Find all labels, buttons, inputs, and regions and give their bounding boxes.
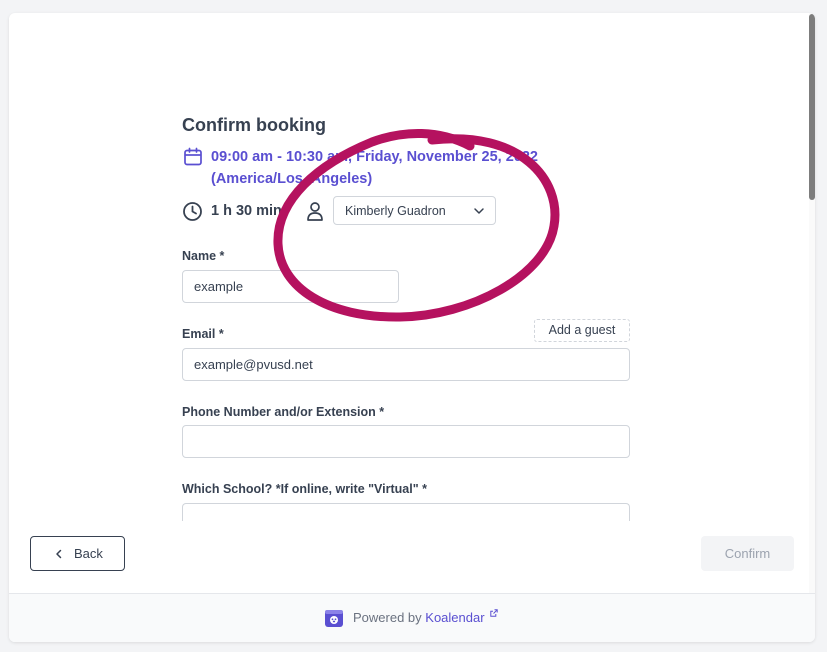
name-input[interactable]: example bbox=[182, 270, 399, 303]
host-select[interactable]: Kimberly Guadron bbox=[333, 196, 496, 225]
email-label: Email * bbox=[182, 327, 224, 341]
external-link-icon bbox=[490, 609, 498, 617]
email-input[interactable]: example@pvusd.net bbox=[182, 348, 630, 381]
host-select-value: Kimberly Guadron bbox=[345, 204, 446, 218]
page-title: Confirm booking bbox=[182, 115, 326, 135]
name-label: Name * bbox=[182, 249, 225, 263]
powered-by-label: Powered by bbox=[353, 610, 422, 625]
booking-duration: 1 h 30 min bbox=[211, 203, 282, 219]
phone-input[interactable] bbox=[182, 425, 630, 458]
chevron-left-icon bbox=[56, 549, 62, 559]
footer: Powered by Koalendar bbox=[9, 593, 815, 642]
datetime-range: 09:00 am - 10:30 am, Friday, November 25… bbox=[211, 149, 538, 165]
school-label: Which School? *If online, write "Virtual… bbox=[182, 482, 427, 496]
back-button-label: Back bbox=[74, 546, 103, 561]
person-icon bbox=[307, 202, 323, 221]
powered-by-text: Powered by Koalendar bbox=[353, 610, 485, 625]
scrollbar-thumb[interactable] bbox=[809, 14, 815, 200]
confirm-button[interactable]: Confirm bbox=[701, 536, 794, 571]
datetime-timezone: (America/Los_Angeles) bbox=[211, 170, 373, 187]
school-input[interactable] bbox=[182, 503, 630, 521]
calendar-icon bbox=[184, 147, 202, 166]
booking-card: Confirm booking 09:00 am - 10:30 am, Fri… bbox=[9, 13, 815, 642]
clock-icon bbox=[183, 202, 202, 221]
booking-datetime: 09:00 am - 10:30 am, Friday, November 25… bbox=[211, 147, 631, 190]
add-guest-button[interactable]: Add a guest bbox=[534, 319, 630, 342]
koalendar-link[interactable]: Koalendar bbox=[425, 610, 484, 625]
back-button[interactable]: Back bbox=[30, 536, 125, 571]
chevron-down-icon bbox=[474, 208, 484, 214]
koalendar-logo-icon[interactable] bbox=[324, 608, 344, 628]
phone-label: Phone Number and/or Extension * bbox=[182, 405, 385, 419]
